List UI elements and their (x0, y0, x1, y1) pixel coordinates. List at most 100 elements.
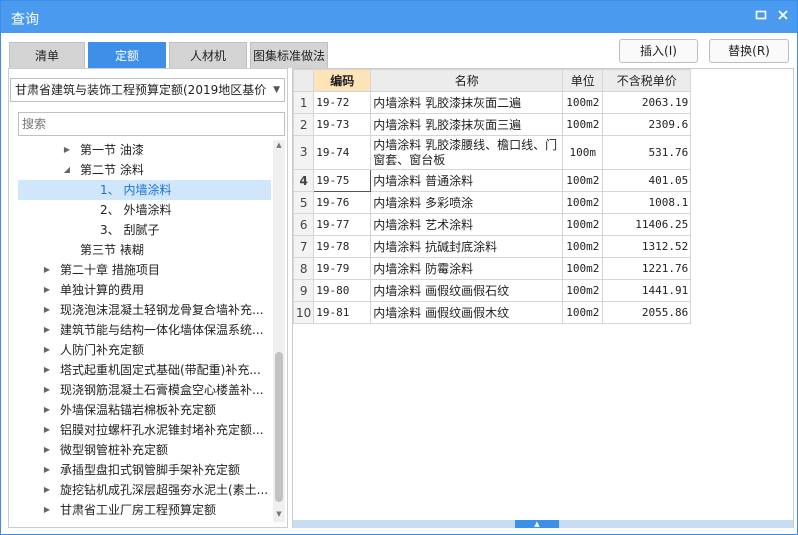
tab-atlas-standard[interactable]: 图集标准做法 (250, 42, 328, 68)
unit-cell[interactable]: 100m2 (562, 213, 604, 236)
tree-item[interactable]: ▶ 旋挖钻机成孔深层超强夯水泥土(素土... (18, 480, 271, 500)
tree-item[interactable]: ▶ 人防门补充定额 (18, 340, 271, 360)
expand-icon[interactable]: ▶ (62, 140, 72, 160)
tree-item[interactable]: ▶ 甘肃省工业厂房工程预算定额 (18, 500, 271, 520)
code-cell[interactable]: 19-72 (313, 91, 372, 114)
expand-icon[interactable]: ▶ (42, 440, 52, 460)
tree-item[interactable]: 2、 外墙涂料 (18, 200, 271, 220)
code-cell[interactable]: 19-78 (313, 235, 372, 258)
unit-cell[interactable]: 100m2 (562, 301, 604, 324)
name-cell[interactable]: 内墙涂料 乳胶漆抹灰面二遍 (370, 91, 564, 114)
code-cell[interactable]: 19-75 (313, 169, 372, 192)
search-input[interactable] (18, 112, 285, 136)
tree-item[interactable]: ▶ 塔式起重机固定式基础(带配重)补充... (18, 360, 271, 380)
code-cell[interactable]: 19-73 (313, 113, 372, 136)
name-cell[interactable]: 内墙涂料 普通涂料 (370, 169, 564, 192)
maximize-icon[interactable] (753, 9, 769, 25)
tree-scrollbar[interactable]: ▲ ▼ (273, 140, 285, 522)
expand-icon[interactable]: ▶ (42, 260, 52, 280)
collapse-icon[interactable]: ◢ (62, 160, 72, 180)
unit-cell[interactable]: 100m (562, 135, 604, 170)
tree-item[interactable]: 3、 刮腻子 (18, 220, 271, 240)
tab-labor-material-machine[interactable]: 人材机 (169, 42, 247, 68)
code-cell[interactable]: 19-79 (313, 257, 372, 280)
expand-icon[interactable]: ▶ (42, 460, 52, 480)
unit-column-header[interactable]: 单位 (562, 69, 604, 92)
scroll-down-icon[interactable]: ▼ (273, 510, 285, 518)
price-cell[interactable]: 2309.6 (602, 113, 692, 136)
unit-cell[interactable]: 100m2 (562, 235, 604, 258)
price-cell[interactable]: 531.76 (602, 135, 692, 170)
tree-item[interactable]: ▶ 微型钢管桩补充定额 (18, 440, 271, 460)
unit-cell[interactable]: 100m2 (562, 257, 604, 280)
name-cell[interactable]: 内墙涂料 乳胶漆抹灰面三遍 (370, 113, 564, 136)
tree-item[interactable]: ▶ 第二十章 措施项目 (18, 260, 271, 280)
price-cell[interactable]: 2055.86 (602, 301, 692, 324)
tree-item[interactable]: 第三节 裱糊 (18, 240, 271, 260)
tree-item[interactable]: ▶ 第一节 油漆 (18, 140, 271, 160)
quota-library-select[interactable]: 甘肃省建筑与装饰工程预算定额(2019地区基价 ▼ (10, 78, 285, 102)
tab-quota[interactable]: 定额 (88, 42, 166, 68)
unit-cell[interactable]: 100m2 (562, 279, 604, 302)
replace-button[interactable]: 替换(R) (709, 39, 789, 63)
price-cell[interactable]: 1221.76 (602, 257, 692, 280)
tree-item[interactable]: ◢ 第二节 涂料 (18, 160, 271, 180)
scrollbar-thumb[interactable] (275, 352, 283, 502)
table-row[interactable]: 10 19-81 内墙涂料 画假纹画假木纹 100m2 2055.86 (292, 301, 692, 324)
table-row[interactable]: 2 19-73 内墙涂料 乳胶漆抹灰面三遍 100m2 2309.6 (292, 113, 692, 136)
unit-cell[interactable]: 100m2 (562, 191, 604, 214)
price-cell[interactable]: 1312.52 (602, 235, 692, 258)
code-cell[interactable]: 19-77 (313, 213, 372, 236)
expand-icon[interactable]: ▶ (42, 500, 52, 520)
code-cell[interactable]: 19-81 (313, 301, 372, 324)
price-cell[interactable]: 1008.1 (602, 191, 692, 214)
insert-button[interactable]: 插入(I) (619, 39, 698, 63)
price-cell[interactable]: 1441.91 (602, 279, 692, 302)
table-row[interactable]: 1 19-72 内墙涂料 乳胶漆抹灰面二遍 100m2 2063.19 (292, 91, 692, 114)
price-cell[interactable]: 401.05 (602, 169, 692, 192)
tree-item[interactable]: ▶ 现浇泡沫混凝土轻钢龙骨复合墙补充... (18, 300, 271, 320)
bottom-splitter-bar[interactable]: ▲ (293, 520, 793, 528)
table-row[interactable]: 6 19-77 内墙涂料 艺术涂料 100m2 11406.25 (292, 213, 692, 236)
price-column-header[interactable]: 不含税单价 (602, 69, 692, 92)
title-bar[interactable]: 查询 (1, 1, 797, 33)
code-column-header[interactable]: 编码 (313, 69, 372, 92)
expand-icon[interactable]: ▶ (42, 380, 52, 400)
chevron-up-icon[interactable]: ▲ (515, 520, 559, 528)
price-cell[interactable]: 11406.25 (602, 213, 692, 236)
tree-item[interactable]: ▶ 外墙保温粘锚岩棉板补充定额 (18, 400, 271, 420)
table-row[interactable]: 8 19-79 内墙涂料 防霉涂料 100m2 1221.76 (292, 257, 692, 280)
code-cell[interactable]: 19-74 (313, 135, 372, 170)
name-cell[interactable]: 内墙涂料 乳胶漆腰线、檐口线、门窗套、窗台板 (370, 135, 564, 170)
unit-cell[interactable]: 100m2 (562, 169, 604, 192)
tree-item[interactable]: ▶ 承插型盘扣式钢管脚手架补充定额 (18, 460, 271, 480)
table-row[interactable]: 3 19-74 内墙涂料 乳胶漆腰线、檐口线、门窗套、窗台板 100m 531.76 (292, 135, 692, 170)
table-row-current[interactable]: 4 19-75 内墙涂料 普通涂料 100m2 401.05 (292, 169, 692, 192)
expand-icon[interactable]: ▶ (42, 360, 52, 380)
unit-cell[interactable]: 100m2 (562, 91, 604, 114)
name-cell[interactable]: 内墙涂料 艺术涂料 (370, 213, 564, 236)
table-row[interactable]: 7 19-78 内墙涂料 抗碱封底涂料 100m2 1312.52 (292, 235, 692, 258)
tree-item[interactable]: ▶ 现浇钢筋混凝土石膏模盒空心楼盖补... (18, 380, 271, 400)
expand-icon[interactable]: ▶ (42, 400, 52, 420)
name-cell[interactable]: 内墙涂料 抗碱封底涂料 (370, 235, 564, 258)
expand-icon[interactable]: ▶ (42, 420, 52, 440)
table-row[interactable]: 9 19-80 内墙涂料 画假纹画假石纹 100m2 1441.91 (292, 279, 692, 302)
table-row[interactable]: 5 19-76 内墙涂料 多彩喷涂 100m2 1008.1 (292, 191, 692, 214)
name-cell[interactable]: 内墙涂料 防霉涂料 (370, 257, 564, 280)
name-column-header[interactable]: 名称 (370, 69, 564, 92)
tree-item[interactable]: ▶ 单独计算的费用 (18, 280, 271, 300)
tree-item-selected[interactable]: 1、 内墙涂料 (18, 180, 271, 200)
code-cell[interactable]: 19-80 (313, 279, 372, 302)
unit-cell[interactable]: 100m2 (562, 113, 604, 136)
expand-icon[interactable]: ▶ (42, 340, 52, 360)
name-cell[interactable]: 内墙涂料 画假纹画假石纹 (370, 279, 564, 302)
tab-list[interactable]: 清单 (9, 42, 85, 68)
name-cell[interactable]: 内墙涂料 多彩喷涂 (370, 191, 564, 214)
close-icon[interactable] (775, 9, 791, 25)
name-cell[interactable]: 内墙涂料 画假纹画假木纹 (370, 301, 564, 324)
tree-item[interactable]: ▶ 建筑节能与结构一体化墙体保温系统... (18, 320, 271, 340)
expand-icon[interactable]: ▶ (42, 320, 52, 340)
expand-icon[interactable]: ▶ (42, 280, 52, 300)
tree-item[interactable]: ▶ 铝膜对拉螺杆孔水泥锥封堵补充定额... (18, 420, 271, 440)
